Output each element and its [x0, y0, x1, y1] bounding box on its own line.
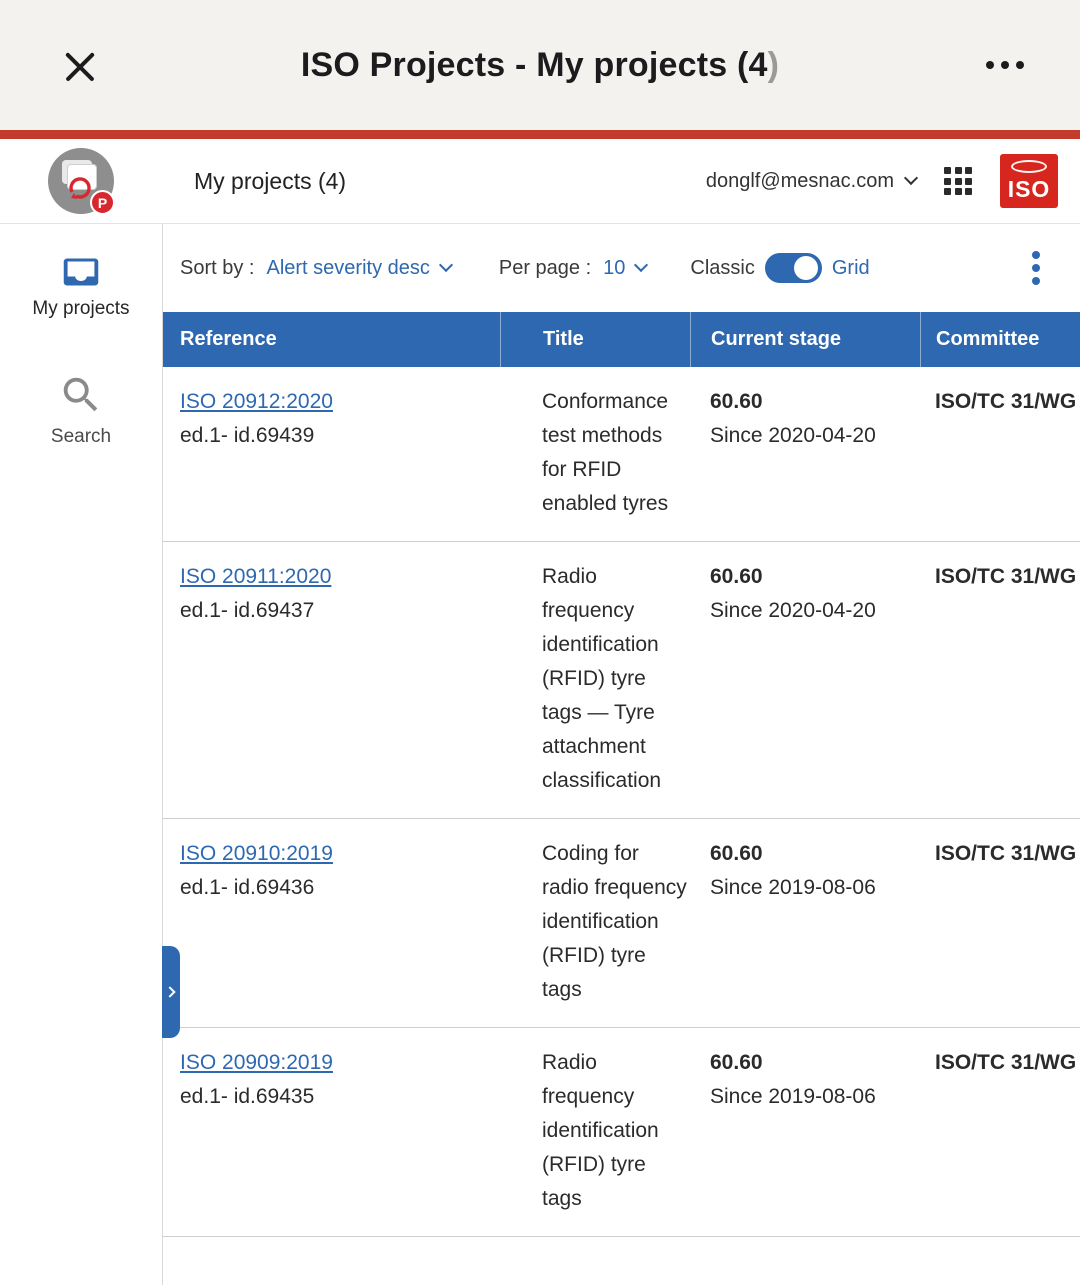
view-classic-label: Classic [690, 257, 754, 280]
edition-id: ed.1- id.69439 [180, 424, 314, 447]
table-row: ISO 20911:2020 ed.1- id.69437 Radio freq… [163, 542, 1080, 819]
reference-link[interactable]: ISO 20911:2020 [180, 560, 492, 594]
committee-cell: ISO/TC 31/WG [920, 367, 1080, 541]
stage-cell: 60.60 Since 2019-08-06 [690, 1028, 920, 1236]
per-page-select[interactable]: 10 [603, 257, 646, 280]
per-page-value: 10 [603, 257, 625, 280]
chevron-right-icon [164, 986, 175, 997]
red-accent-divider [0, 130, 1080, 139]
ellipsis-icon [1016, 61, 1024, 69]
main-content: Sort by : Alert severity desc Per page :… [163, 224, 1080, 1285]
sort-select[interactable]: Alert severity desc [266, 257, 450, 280]
iso-globe-icon [1011, 160, 1047, 173]
page-title-text: ISO Projects - My projects (4 [301, 46, 768, 84]
toggle-knob [794, 256, 818, 280]
inbox-icon [58, 254, 104, 290]
breadcrumb: My projects (4) [194, 168, 346, 195]
table-row: ISO 20909:2019 ed.1- id.69435 Radio freq… [163, 1028, 1080, 1237]
sidebar: My projects Search [0, 224, 163, 1285]
edition-id: ed.1- id.69436 [180, 876, 314, 899]
app-header: P My projects (4) donglf@mesnac.com ISO [0, 139, 1080, 223]
page-title: ISO Projects - My projects (4) [0, 46, 1080, 85]
committee-cell: ISO/TC 31/WG [920, 819, 1080, 1027]
reference-cell: ISO 20909:2019 ed.1- id.69435 [163, 1028, 500, 1236]
account-menu[interactable]: donglf@mesnac.com [706, 170, 916, 193]
reference-link[interactable]: ISO 20912:2020 [180, 385, 492, 419]
stage-since: Since 2019-08-06 [710, 876, 876, 899]
stage-since: Since 2020-04-20 [710, 424, 876, 447]
sidebar-item-search[interactable]: Search [51, 372, 111, 448]
chevron-down-icon [634, 258, 648, 272]
edition-id: ed.1- id.69437 [180, 599, 314, 622]
body: My projects Search Sort by : Alert sever… [0, 223, 1080, 1285]
edition-id: ed.1- id.69435 [180, 1085, 314, 1108]
stage-cell: 60.60 Since 2020-04-20 [690, 542, 920, 818]
page-title-paren: ) [768, 46, 780, 84]
title-cell: Radio frequency identification (RFID) ty… [500, 1028, 690, 1236]
title-cell: Radio frequency identification (RFID) ty… [500, 542, 690, 818]
header-right: donglf@mesnac.com ISO [706, 154, 1058, 208]
column-header-committee[interactable]: Committee [920, 312, 1080, 367]
sort-by-label: Sort by : [180, 257, 254, 280]
stage-since: Since 2020-04-20 [710, 599, 876, 622]
chevron-down-icon [439, 258, 453, 272]
column-header-title[interactable]: Title [500, 312, 690, 367]
stage-code: 60.60 [710, 560, 912, 594]
projects-table: Reference Title Current stage Committee … [163, 312, 1080, 1237]
sidebar-item-label: Search [51, 426, 111, 448]
reference-cell: ISO 20912:2020 ed.1- id.69439 [163, 367, 500, 541]
stage-since: Since 2019-08-06 [710, 1085, 876, 1108]
column-header-reference[interactable]: Reference [163, 312, 500, 367]
iso-logo: ISO [1000, 154, 1058, 208]
account-email: donglf@mesnac.com [706, 170, 894, 193]
reference-link[interactable]: ISO 20910:2019 [180, 837, 492, 871]
stage-code: 60.60 [710, 385, 912, 419]
stage-cell: 60.60 Since 2019-08-06 [690, 819, 920, 1027]
stage-code: 60.60 [710, 1046, 912, 1080]
kebab-icon [1032, 251, 1040, 259]
drawer-handle[interactable] [162, 946, 180, 1038]
search-icon [58, 372, 104, 418]
sort-value: Alert severity desc [266, 257, 429, 280]
app-logo[interactable]: P [48, 148, 114, 214]
iso-logo-text: ISO [1008, 176, 1051, 203]
table-options-menu-button[interactable] [1032, 251, 1040, 285]
view-grid-label: Grid [832, 257, 870, 280]
sidebar-item-label: My projects [32, 298, 129, 320]
reference-cell: ISO 20911:2020 ed.1- id.69437 [163, 542, 500, 818]
committee-cell: ISO/TC 31/WG [920, 542, 1080, 818]
reference-cell: ISO 20910:2019 ed.1- id.69436 [163, 819, 500, 1027]
stage-code: 60.60 [710, 837, 912, 871]
chevron-down-icon [904, 171, 918, 185]
more-menu-button[interactable] [986, 45, 1024, 85]
title-cell: Conformance test methods for RFID enable… [500, 367, 690, 541]
ellipsis-icon [986, 61, 994, 69]
table-header-row: Reference Title Current stage Committee [163, 312, 1080, 367]
view-toggle[interactable] [765, 253, 822, 283]
ellipsis-icon [1001, 61, 1009, 69]
committee-cell: ISO/TC 31/WG [920, 1028, 1080, 1236]
title-cell: Coding for radio frequency identificatio… [500, 819, 690, 1027]
titlebar: ISO Projects - My projects (4) [0, 0, 1080, 130]
table-row: ISO 20910:2019 ed.1- id.69436 Coding for… [163, 819, 1080, 1028]
column-header-current-stage[interactable]: Current stage [690, 312, 920, 367]
sidebar-item-my-projects[interactable]: My projects [32, 254, 129, 320]
p-badge: P [90, 190, 115, 215]
per-page-label: Per page : [499, 257, 591, 280]
table-row: ISO 20912:2020 ed.1- id.69439 Conformanc… [163, 367, 1080, 542]
apps-grid-button[interactable] [944, 167, 972, 195]
apps-grid-icon [944, 167, 951, 174]
reference-link[interactable]: ISO 20909:2019 [180, 1046, 492, 1080]
stage-cell: 60.60 Since 2020-04-20 [690, 367, 920, 541]
list-toolbar: Sort by : Alert severity desc Per page :… [163, 224, 1080, 312]
